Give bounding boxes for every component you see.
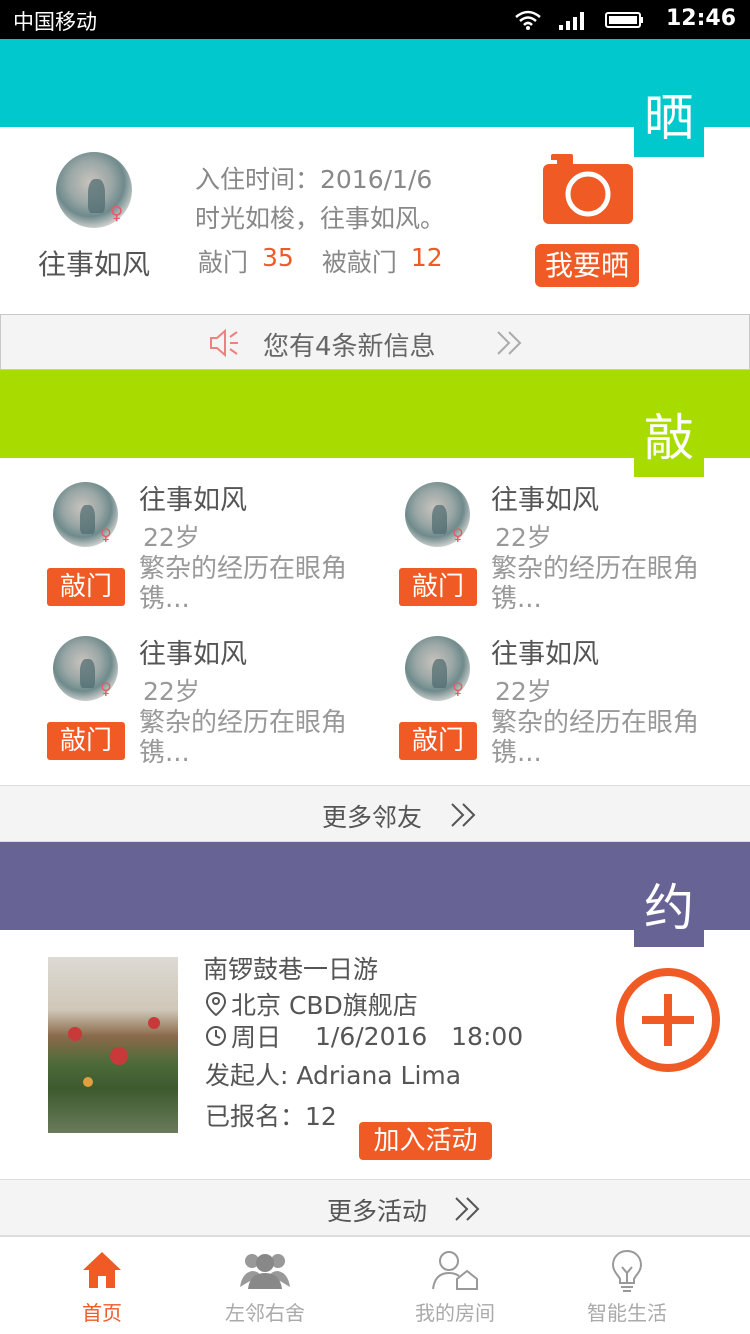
activity-day: 周日 — [231, 1023, 282, 1052]
activity-datetime: 1/6/2016 18:00 — [315, 1021, 524, 1051]
neighbor-card[interactable]: ♀ 往事如风 22岁 繁杂的经历在眼角镌... 敲门 — [47, 476, 377, 626]
section-tag-share: 晒 — [634, 82, 704, 157]
more-neighbors-label: 更多邻友 — [322, 803, 423, 832]
knock-count: 35 — [262, 243, 294, 272]
profile-motto: 时光如梭，往事如风。 — [195, 204, 446, 233]
section-header-knock: 敲 — [0, 370, 750, 477]
double-chevron-right-icon — [451, 803, 476, 827]
neighbor-name: 往事如风 — [491, 639, 599, 670]
neighbor-name: 往事如风 — [139, 639, 247, 670]
neighbor-age: 22岁 — [143, 523, 200, 552]
tab-my-room-label: 我的房间 — [415, 1301, 495, 1325]
neighbor-desc: 繁杂的经历在眼角镌... — [139, 708, 348, 768]
activity-location: 北京 CBD旗舰店 — [205, 986, 418, 1022]
neighbor-card[interactable]: ♀ 往事如风 22岁 繁杂的经历在眼角镌... 敲门 — [47, 630, 377, 780]
section-header-share: 晒 — [0, 39, 750, 157]
knock-stats: 敲门 35 被敲门 12 — [198, 243, 471, 279]
knock-button[interactable]: 敲门 — [399, 568, 477, 606]
female-icon: ♀ — [100, 679, 112, 698]
user-house-icon — [432, 1251, 478, 1290]
activity-signed-up: 已报名：12 — [205, 1102, 337, 1131]
people-icon — [240, 1254, 290, 1289]
knocked-label: 被敲门 — [321, 248, 397, 277]
tab-neighbors-label: 左邻右舍 — [225, 1301, 305, 1325]
neighbor-age: 22岁 — [495, 523, 552, 552]
signal-icon — [559, 12, 584, 30]
tab-home-label: 首页 — [82, 1301, 122, 1325]
knock-button[interactable]: 敲门 — [47, 568, 125, 606]
carrier-label: 中国移动 — [13, 10, 97, 34]
more-neighbors-bar[interactable]: 更多邻友 — [0, 785, 750, 842]
bottom-tab-bar: 首页 左邻右舍 我的房间 智能生活 — [0, 1236, 750, 1334]
knock-button[interactable]: 敲门 — [399, 722, 477, 760]
activity-location-text: 北京 CBD旗舰店 — [231, 991, 418, 1020]
knock-label: 敲门 — [198, 248, 249, 277]
knock-button[interactable]: 敲门 — [47, 722, 125, 760]
new-messages-text: 您有4条新信息 — [263, 332, 436, 362]
home-icon — [83, 1252, 121, 1288]
wifi-icon — [515, 10, 541, 30]
bulb-icon — [611, 1249, 643, 1292]
neighbor-desc: 繁杂的经历在眼角镌... — [491, 554, 700, 614]
neighbor-desc: 繁杂的经历在眼角镌... — [491, 708, 700, 768]
tab-home[interactable]: 首页 — [27, 1237, 177, 1334]
activity-organizer: 发起人: Adriana Lima — [205, 1061, 462, 1090]
section-tag-knock: 敲 — [634, 402, 704, 477]
neighbor-name: 往事如风 — [491, 485, 599, 516]
join-activity-button[interactable]: 加入活动 — [359, 1122, 492, 1160]
clock-icon — [206, 1026, 226, 1046]
section-tag-meetup: 约 — [634, 872, 704, 947]
neighbor-age: 22岁 — [143, 677, 200, 706]
add-activity-button[interactable] — [614, 966, 722, 1074]
knocked-count: 12 — [410, 243, 443, 272]
checkin-date: 入住时间：2016/1/6 — [195, 165, 433, 194]
tab-smart-life[interactable]: 智能生活 — [552, 1237, 702, 1334]
double-chevron-right-icon — [455, 1197, 480, 1221]
female-icon: ♀ — [100, 525, 112, 544]
location-pin-icon — [205, 991, 227, 1017]
section-header-meetup: 约 — [0, 842, 750, 947]
camera-icon[interactable] — [541, 152, 635, 226]
clock: 12:46 — [665, 6, 736, 31]
female-icon: ♀ — [452, 525, 464, 544]
battery-icon — [605, 12, 643, 28]
speaker-icon — [210, 328, 238, 358]
activity-photo[interactable] — [48, 957, 178, 1133]
neighbor-desc: 繁杂的经历在眼角镌... — [139, 554, 348, 614]
double-chevron-right-icon — [497, 331, 522, 355]
neighbor-card[interactable]: ♀ 往事如风 22岁 繁杂的经历在眼角镌... 敲门 — [399, 476, 729, 626]
status-bar: 中国移动 12:46 — [0, 0, 750, 39]
new-messages-bar[interactable]: 您有4条新信息 — [0, 314, 750, 370]
neighbor-card[interactable]: ♀ 往事如风 22岁 繁杂的经历在眼角镌... 敲门 — [399, 630, 729, 780]
neighbor-age: 22岁 — [495, 677, 552, 706]
tab-smart-life-label: 智能生活 — [587, 1301, 667, 1325]
tab-neighbors[interactable]: 左邻右舍 — [190, 1237, 340, 1334]
more-activities-bar[interactable]: 更多活动 — [0, 1179, 750, 1236]
more-activities-label: 更多活动 — [327, 1197, 428, 1226]
activity-time: 周日 1/6/2016 18:00 — [205, 1018, 523, 1054]
activity-title: 南锣鼓巷一日游 — [203, 955, 379, 984]
profile-name: 往事如风 — [38, 248, 151, 281]
female-icon: ♀ — [110, 203, 124, 224]
share-button[interactable]: 我要晒 — [535, 244, 639, 287]
neighbor-name: 往事如风 — [139, 485, 247, 516]
status-icons — [514, 8, 644, 32]
female-icon: ♀ — [452, 679, 464, 698]
tab-my-room[interactable]: 我的房间 — [380, 1237, 530, 1334]
